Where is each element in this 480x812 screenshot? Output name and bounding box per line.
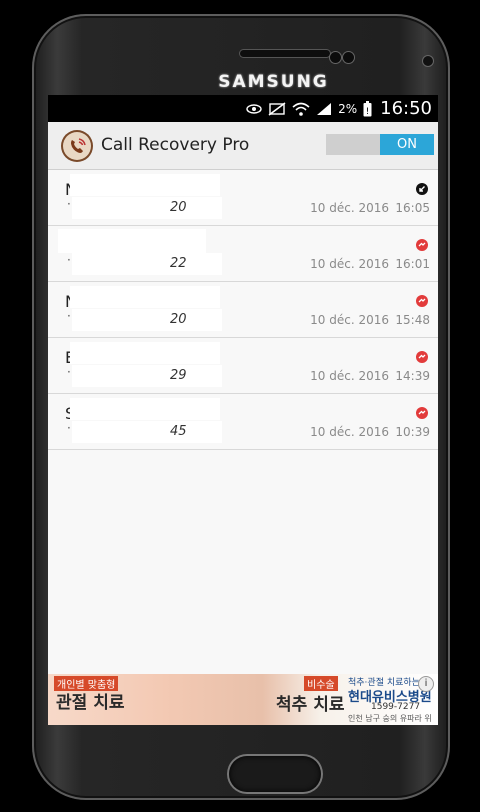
number-start: · xyxy=(67,365,71,379)
redacted-name xyxy=(70,398,220,420)
list-item[interactable]: N l · 20 10 déc. 2016 15:48 xyxy=(48,282,438,338)
status-icons: 2% ! 16:50 xyxy=(246,95,438,122)
screen: 2% ! 16:50 Call Recovery Pro ON N l · 20… xyxy=(48,95,438,725)
status-bar: 2% ! 16:50 xyxy=(48,95,438,122)
list-item[interactable]: S · 45 10 déc. 2016 10:39 xyxy=(48,394,438,450)
call-list: N l · 20 10 déc. 2016 16:05 · 22 10 déc.… xyxy=(48,170,438,450)
call-time: 16:05 xyxy=(395,201,430,215)
no-sync-icon xyxy=(268,101,286,116)
redacted-number xyxy=(72,309,222,331)
contact-number: 20 xyxy=(170,200,187,215)
call-time: 10:39 xyxy=(395,425,430,439)
battery-percent: 2% xyxy=(338,101,358,116)
contact-number: 45 xyxy=(170,424,187,439)
call-time: 14:39 xyxy=(395,369,430,383)
front-sensor-icon xyxy=(330,52,341,63)
call-time: 15:48 xyxy=(395,313,430,327)
incoming-call-icon xyxy=(416,180,428,195)
call-date: 10 déc. 2016 xyxy=(310,313,389,327)
ad-info-icon[interactable]: i xyxy=(418,676,434,692)
contact-number: 22 xyxy=(170,256,187,271)
call-date: 10 déc. 2016 xyxy=(310,257,389,271)
ad-mid-badge: 비수술 xyxy=(304,676,338,691)
eye-icon xyxy=(246,103,262,115)
list-item[interactable]: N l · 20 10 déc. 2016 16:05 xyxy=(48,170,438,226)
svg-text:!: ! xyxy=(366,107,370,117)
redacted-number xyxy=(72,365,222,387)
ad-banner[interactable]: 개인별 맞춤형 관절 치료 비수술 척추 치료 척추·관절 치료하는 현대유비스… xyxy=(48,674,438,725)
earpiece-speaker xyxy=(240,50,330,57)
redacted-name xyxy=(70,342,220,364)
redacted-name xyxy=(58,229,206,253)
number-start: · xyxy=(67,197,71,211)
home-button[interactable] xyxy=(229,756,321,792)
app-bar: Call Recovery Pro ON xyxy=(48,122,438,170)
proximity-sensor-icon xyxy=(423,56,433,66)
clock: 16:50 xyxy=(380,98,432,119)
front-camera-icon xyxy=(343,52,354,63)
call-date: 10 déc. 2016 xyxy=(310,201,389,215)
wifi-icon xyxy=(292,102,310,116)
redacted-number xyxy=(72,253,222,275)
ad-phone: 1599-7277 xyxy=(371,702,421,712)
contact-number: 29 xyxy=(170,368,187,383)
ad-address: 인천 남구 숭의 유파라 위치 xyxy=(348,714,432,723)
signal-icon xyxy=(316,102,332,116)
missed-call-icon xyxy=(416,236,428,251)
call-time: 16:01 xyxy=(395,257,430,271)
number-start: · xyxy=(67,253,71,267)
phone-recorder-icon[interactable] xyxy=(63,132,91,160)
missed-call-icon xyxy=(416,348,428,363)
battery-alert-icon: ! xyxy=(363,100,372,117)
list-item[interactable]: E · 29 10 déc. 2016 14:39 xyxy=(48,338,438,394)
redacted-number xyxy=(72,197,222,219)
list-item[interactable]: · 22 10 déc. 2016 16:01 xyxy=(48,226,438,282)
ad-mid-title: 척추 치료 xyxy=(276,695,345,715)
missed-call-icon xyxy=(416,292,428,307)
brand-logo: SAMSUNG xyxy=(218,72,329,92)
recording-toggle[interactable]: ON xyxy=(326,134,434,155)
number-start: · xyxy=(67,421,71,435)
redacted-name xyxy=(70,286,220,308)
redacted-number xyxy=(72,421,222,443)
app-title: Call Recovery Pro xyxy=(101,135,250,155)
contact-number: 20 xyxy=(170,312,187,327)
number-start: · xyxy=(67,309,71,323)
ad-left-title: 관절 치료 xyxy=(56,693,125,713)
call-date: 10 déc. 2016 xyxy=(310,425,389,439)
missed-call-icon xyxy=(416,404,428,419)
call-date: 10 déc. 2016 xyxy=(310,369,389,383)
toggle-on-label: ON xyxy=(380,134,434,155)
redacted-name xyxy=(70,174,220,196)
